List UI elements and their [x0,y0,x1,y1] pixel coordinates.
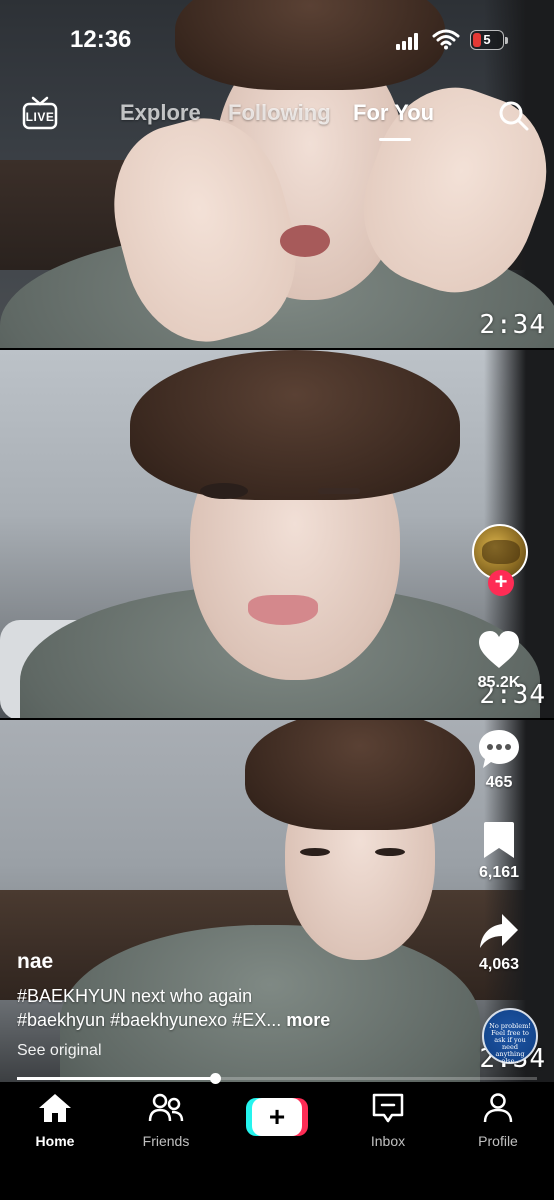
post-username[interactable]: nae [17,950,467,974]
profile-icon [483,1093,513,1123]
like-button[interactable]: 85.2K [444,630,554,692]
nav-home[interactable]: Home [5,1092,105,1149]
bookmark-button[interactable]: 6,161 [444,820,554,882]
live-label: LIVE [25,110,55,124]
sound-disc-text: No problem! Feel free to ask if you need… [489,1022,531,1065]
share-icon [480,914,518,948]
nav-inbox-label: Inbox [370,1133,406,1149]
follow-button[interactable]: + [488,570,514,596]
friends-icon [148,1093,184,1122]
heart-icon [479,631,519,668]
like-count: 85.2K [477,674,521,691]
top-navigation: LIVE Explore Following For You [0,88,554,144]
nav-friends-label: Friends [142,1133,190,1149]
video-timestamp: 2:34 [479,310,546,340]
battery-level: 5 [483,32,491,47]
home-icon [39,1094,71,1122]
wifi-icon [432,29,460,50]
post-caption: nae #BAEKHYUN next who again #baekhyun #… [17,950,467,1060]
comment-icon [479,730,519,768]
bottom-navigation: Home Friends + Inbox Profile [0,1084,554,1200]
bookmark-count: 6,161 [478,864,520,881]
live-icon[interactable]: LIVE [22,96,58,130]
status-time: 12:36 [70,26,132,53]
comment-button[interactable]: 465 [444,728,554,792]
cellular-signal-icon [396,32,422,50]
video-progress-bar[interactable] [17,1073,537,1084]
tab-explore[interactable]: Explore [120,100,201,126]
tab-following[interactable]: Following [228,100,331,126]
create-post-button[interactable]: + [246,1098,308,1136]
status-bar: 12:36 5 [0,0,554,70]
nav-profile-label: Profile [478,1133,518,1149]
video-progress-fill [17,1077,215,1080]
see-original-link[interactable]: See original [17,1042,467,1060]
description-line-2: #baekhyun #baekhyunexo #EX... [17,1010,282,1030]
bookmark-icon [484,822,514,858]
nav-home-label: Home [35,1133,75,1149]
progress-scrubber-handle[interactable] [209,1073,221,1084]
nav-friends[interactable]: Friends [116,1092,216,1149]
search-icon[interactable] [498,100,530,132]
nav-inbox[interactable]: Inbox [338,1092,438,1149]
create-plus-icon: + [252,1098,302,1136]
post-description[interactable]: #BAEKHYUN next who again #baekhyun #baek… [17,984,467,1032]
tab-for-you[interactable]: For You [353,100,434,126]
more-link[interactable]: more [286,1010,330,1030]
description-line-1: #BAEKHYUN next who again [17,986,253,1006]
active-tab-indicator [379,138,411,141]
nav-profile[interactable]: Profile [448,1092,548,1149]
battery-icon: 5 [470,30,508,50]
inbox-icon [372,1093,404,1123]
comment-count: 465 [485,774,513,791]
sound-disc[interactable]: No problem! Feel free to ask if you need… [482,1008,538,1065]
